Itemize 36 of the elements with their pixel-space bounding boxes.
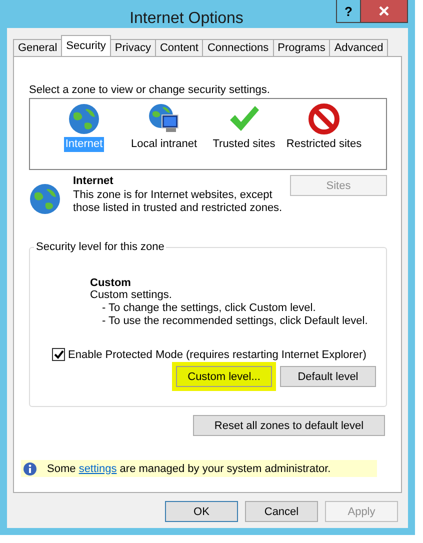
info-icon: [23, 462, 37, 476]
close-button[interactable]: [361, 0, 407, 22]
close-icon: [379, 6, 389, 16]
level-description: Custom settings.: [90, 289, 173, 302]
zone-label: Internet: [64, 137, 104, 152]
checkbox[interactable]: [52, 348, 65, 361]
tab[interactable]: General: [13, 39, 62, 56]
dialog-button[interactable]: Cancel: [245, 501, 318, 522]
window-title: Internet Options: [128, 9, 244, 28]
globe-monitor-icon: [148, 103, 180, 135]
zone-item[interactable]: Trusted sites: [204, 103, 284, 169]
level-name: Custom: [90, 277, 132, 289]
zone-label: Trusted sites: [212, 137, 276, 152]
reset-button[interactable]: Reset all zones to default level: [193, 415, 385, 436]
globe-icon: [68, 103, 100, 135]
checkbox-label: Enable Protected Mode (requires restarting Internet Explorer): [68, 348, 366, 360]
tab[interactable]: Privacy: [110, 39, 156, 56]
tab[interactable]: Programs: [272, 39, 330, 56]
zone-description: This zone is for Internet websites, except those listed in trusted and restricted zones.: [73, 189, 282, 214]
tab[interactable]: Security: [61, 35, 111, 56]
prohibited-icon: [308, 103, 340, 135]
dialog-button[interactable]: OK: [165, 501, 238, 522]
settings-link[interactable]: settings: [78, 462, 117, 474]
zone-label: Local intranet: [130, 137, 198, 152]
zone-name: Internet: [73, 175, 114, 187]
info-message: Some settings are managed by your system administrator.: [47, 462, 331, 474]
zone-label: Restricted sites: [285, 137, 363, 152]
zone-prompt: Select a zone to view or change security settings.: [29, 84, 271, 96]
globe-icon: [29, 183, 61, 215]
level-button[interactable]: Default level: [280, 366, 376, 387]
zone-item[interactable]: Restricted sites: [284, 103, 364, 169]
zone-item[interactable]: Local intranet: [124, 103, 204, 169]
group-legend: Security level for this zone: [34, 241, 166, 253]
tab[interactable]: Advanced: [329, 39, 388, 56]
level-description: - To change the settings, click Custom level.: [102, 302, 317, 315]
level-description: - To use the recommended settings, click Default level.: [102, 315, 369, 328]
